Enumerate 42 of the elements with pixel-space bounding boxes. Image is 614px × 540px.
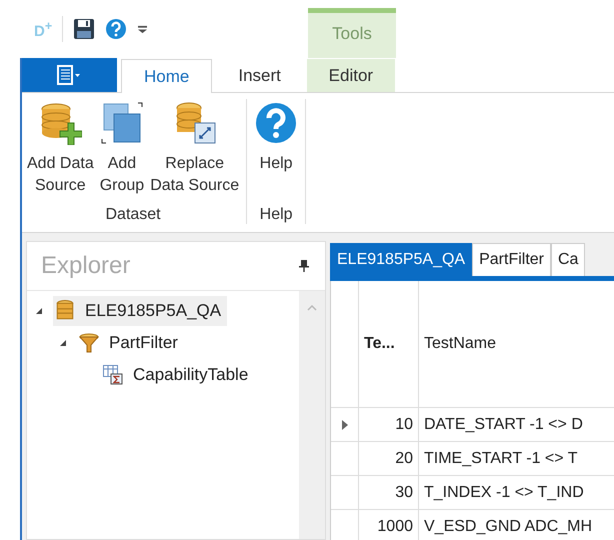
database-icon xyxy=(55,300,75,322)
help-icon[interactable] xyxy=(105,18,128,40)
tree-item[interactable]: CapabilityTable xyxy=(101,360,254,390)
dropdown-caret-icon[interactable] xyxy=(137,24,148,34)
pin-icon[interactable] xyxy=(299,260,309,272)
expand-arrow-icon[interactable] xyxy=(35,307,43,315)
ribbon-button[interactable]: Add Data Source xyxy=(24,99,97,206)
file-menu-button[interactable] xyxy=(20,58,117,92)
group-icon xyxy=(100,101,144,145)
funnel-icon xyxy=(79,332,99,354)
column-header[interactable]: Te... xyxy=(359,281,419,407)
save-icon[interactable] xyxy=(73,18,96,40)
tree-item[interactable]: ELE9185P5A_QA xyxy=(53,296,228,326)
document-tab[interactable]: ELE9185P5A_QA xyxy=(330,243,472,276)
ribbon-tab[interactable]: Editor xyxy=(306,59,395,92)
table-sum-icon xyxy=(103,364,123,386)
scrollbar[interactable] xyxy=(299,291,325,539)
table-cell: 10 xyxy=(359,408,419,441)
table-cell: 30 xyxy=(359,476,419,509)
table-cell: 20 xyxy=(359,442,419,475)
table-cell-text: V_ESD_GND ADC_MH xyxy=(423,516,594,536)
expand-arrow-icon[interactable] xyxy=(59,339,67,347)
table-cell-text: DATE_START -1 <> D xyxy=(423,414,584,434)
tree-item[interactable]: PartFilter xyxy=(77,328,184,358)
column-header[interactable]: TestName xyxy=(419,281,614,407)
help-icon xyxy=(254,101,298,145)
document-icon xyxy=(56,65,80,85)
ribbon-tab[interactable]: Insert xyxy=(216,59,303,92)
ribbon-button[interactable]: Replace Data Source xyxy=(147,99,242,206)
ribbon-tab[interactable]: Home xyxy=(121,59,212,93)
table-cell-text: T_INDEX -1 <> T_IND xyxy=(423,482,585,502)
document-tab[interactable]: Ca xyxy=(551,243,586,276)
group-label: Help xyxy=(258,206,294,224)
document-tab[interactable]: PartFilter xyxy=(472,243,551,276)
group-label: Dataset xyxy=(104,206,162,224)
panel-title: Explorer xyxy=(41,252,130,280)
table-cell-text: TIME_START -1 <> T xyxy=(423,448,579,468)
ribbon-button[interactable]: Help xyxy=(251,99,302,206)
app-logo: D$^{+}$ xyxy=(34,18,52,40)
contextual-tab-group: Tools xyxy=(308,8,396,58)
ribbon-button[interactable]: Add Group xyxy=(96,99,148,206)
table-cell: 1000 xyxy=(359,510,419,540)
